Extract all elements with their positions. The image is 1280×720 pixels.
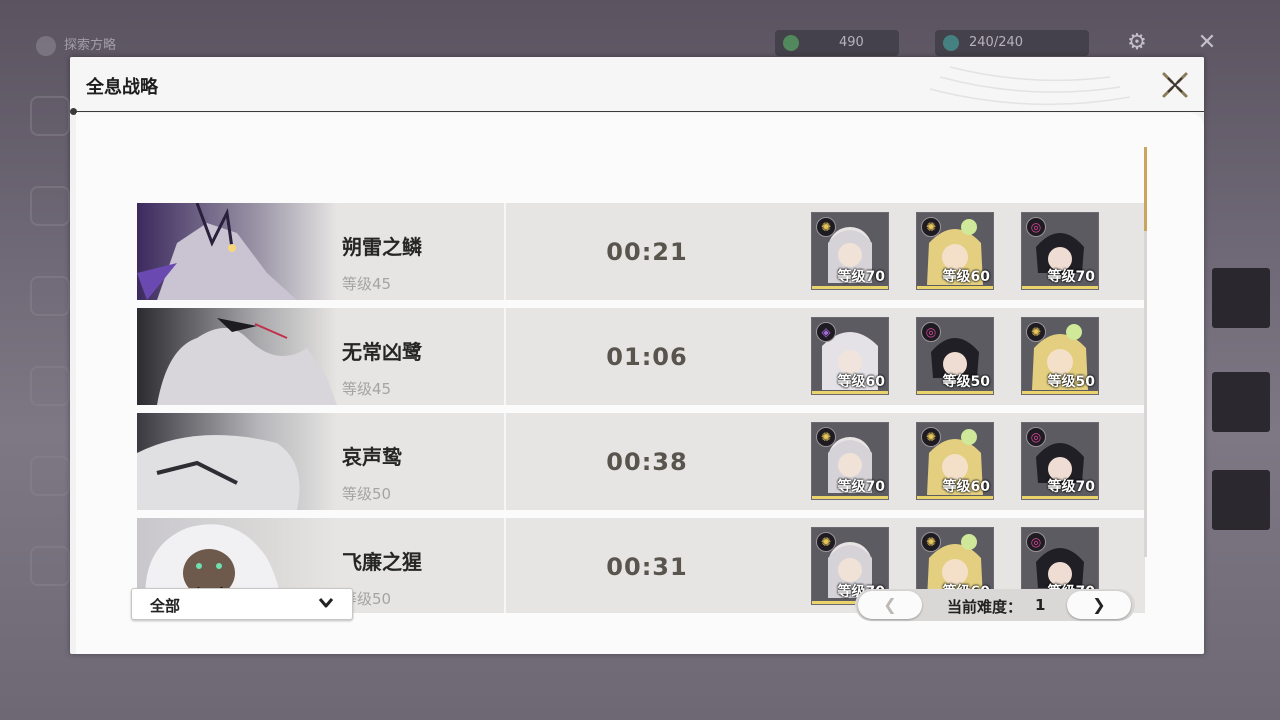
- sun-icon: ✺: [816, 217, 836, 237]
- sun-icon: ✺: [921, 427, 941, 447]
- boss-level: 等级45: [342, 380, 392, 398]
- row-divider: [504, 413, 506, 510]
- background-card: [1212, 470, 1270, 530]
- boss-row[interactable]: 哀声鸷 等级50 00:38 ✺ 等级70 ✺ 等级60 ◎ 等级70: [137, 413, 1145, 510]
- sun-icon: ✺: [921, 217, 941, 237]
- background-nav-icon-2: [30, 186, 70, 226]
- panel-header: 全息战略: [70, 57, 1204, 111]
- difficulty-pager: ❮ 当前难度： 1 ❯: [855, 589, 1135, 621]
- next-difficulty-button[interactable]: ❯: [1067, 591, 1131, 619]
- vortex-icon: ◈: [816, 322, 836, 342]
- level-bar: [917, 496, 993, 499]
- member-level: 等级70: [837, 479, 885, 495]
- background-nav-icon-4: [30, 366, 70, 406]
- clear-time: 00:31: [606, 553, 688, 581]
- sun-icon: ✺: [921, 532, 941, 552]
- team-member-card[interactable]: ✺ 等级60: [916, 422, 994, 500]
- sun-icon: ✺: [1026, 322, 1046, 342]
- difficulty-label: 当前难度：: [947, 598, 1023, 616]
- background-currency-b: 240/240: [935, 30, 1089, 56]
- close-button[interactable]: [1159, 69, 1191, 101]
- background-card: [1212, 372, 1270, 432]
- filter-dropdown[interactable]: 全部: [131, 588, 353, 620]
- team-member-card[interactable]: ✺ 等级50: [1021, 317, 1099, 395]
- background-menu-label: 探索方略: [36, 34, 116, 56]
- boss-row[interactable]: 朔雷之鳞 等级45 00:21 ✺ 等级70 ✺ 等级60 ◎ 等级70: [137, 203, 1145, 300]
- team-member-card[interactable]: ✺ 等级70: [811, 422, 889, 500]
- level-bar: [917, 391, 993, 394]
- boss-portrait: [137, 308, 337, 405]
- sun-icon: ✺: [816, 427, 836, 447]
- clear-time: 00:38: [606, 448, 688, 476]
- panel-title: 全息战略: [86, 77, 158, 98]
- spiral-icon: ◎: [921, 322, 941, 342]
- member-level: 等级50: [1047, 374, 1095, 390]
- boss-level: 等级50: [342, 485, 392, 503]
- row-divider: [504, 518, 506, 613]
- boss-list[interactable]: 朔雷之鳞 等级45 00:21 ✺ 等级70 ✺ 等级60 ◎ 等级70 无常凶…: [137, 203, 1145, 613]
- boss-level: 等级45: [342, 275, 392, 293]
- boss-row[interactable]: 无常凶鹭 等级45 01:06 ◈ 等级60 ◎ 等级50 ✺ 等级50: [137, 308, 1145, 405]
- spiral-icon: ◎: [1026, 427, 1046, 447]
- level-bar: [812, 496, 888, 499]
- clear-time: 01:06: [606, 343, 688, 371]
- sun-icon: ✺: [816, 532, 836, 552]
- background-nav-icon-6: [30, 546, 70, 586]
- team-member-card[interactable]: ◎ 等级70: [1021, 212, 1099, 290]
- level-bar: [1022, 496, 1098, 499]
- boss-name: 哀声鸷: [342, 445, 402, 469]
- previous-difficulty-button[interactable]: ❮: [858, 591, 922, 619]
- team-member-card[interactable]: ✺ 等级70: [811, 212, 889, 290]
- member-level: 等级50: [942, 374, 990, 390]
- filter-selected-value: 全部: [150, 597, 181, 615]
- boss-portrait: [137, 413, 337, 510]
- title-divider: [76, 111, 1204, 112]
- member-level: 等级60: [942, 269, 990, 285]
- member-level: 等级60: [837, 374, 885, 390]
- clear-time: 00:21: [606, 238, 688, 266]
- level-bar: [1022, 286, 1098, 289]
- spiral-icon: ◎: [1026, 532, 1046, 552]
- team-member-card[interactable]: ✺ 等级60: [916, 212, 994, 290]
- boss-name: 无常凶鹭: [342, 340, 422, 364]
- level-bar: [1022, 391, 1098, 394]
- member-level: 等级70: [1047, 269, 1095, 285]
- team-member-card[interactable]: ◈ 等级60: [811, 317, 889, 395]
- chevron-down-icon: [318, 598, 334, 608]
- background-currency-a: 490: [775, 30, 899, 56]
- panel-body: 朔雷之鳞 等级45 00:21 ✺ 等级70 ✺ 等级60 ◎ 等级70 无常凶…: [76, 113, 1204, 654]
- background-settings-icon: ⚙: [1127, 30, 1147, 55]
- boss-name: 飞廉之猩: [342, 550, 422, 574]
- row-divider: [504, 203, 506, 300]
- holo-strategy-panel: 全息战略 朔雷之鳞 等级45 00:21 ✺ 等级70 ✺ 等级60 ◎ 等级7…: [70, 57, 1204, 654]
- team-member-card[interactable]: ◎ 等级70: [1021, 422, 1099, 500]
- boss-name: 朔雷之鳞: [342, 235, 422, 259]
- member-level: 等级60: [942, 479, 990, 495]
- background-close-icon: ✕: [1197, 30, 1217, 55]
- scrollbar-thumb[interactable]: [1144, 147, 1147, 231]
- level-bar: [812, 286, 888, 289]
- level-bar: [917, 286, 993, 289]
- background-nav-icon-5: [30, 456, 70, 496]
- boss-portrait: [137, 203, 337, 300]
- member-level: 等级70: [837, 269, 885, 285]
- header-decoration: [929, 66, 1131, 106]
- background-card: [1212, 268, 1270, 328]
- background-nav-icon-1: [30, 96, 70, 136]
- spiral-icon: ◎: [1026, 217, 1046, 237]
- team-member-card[interactable]: ◎ 等级50: [916, 317, 994, 395]
- difficulty-value: 1: [1035, 596, 1046, 614]
- background-nav-icon-3: [30, 276, 70, 316]
- member-level: 等级70: [1047, 479, 1095, 495]
- level-bar: [812, 391, 888, 394]
- background-top-bar: 探索方略 490 240/240 ⚙ ✕: [0, 0, 1280, 60]
- row-divider: [504, 308, 506, 405]
